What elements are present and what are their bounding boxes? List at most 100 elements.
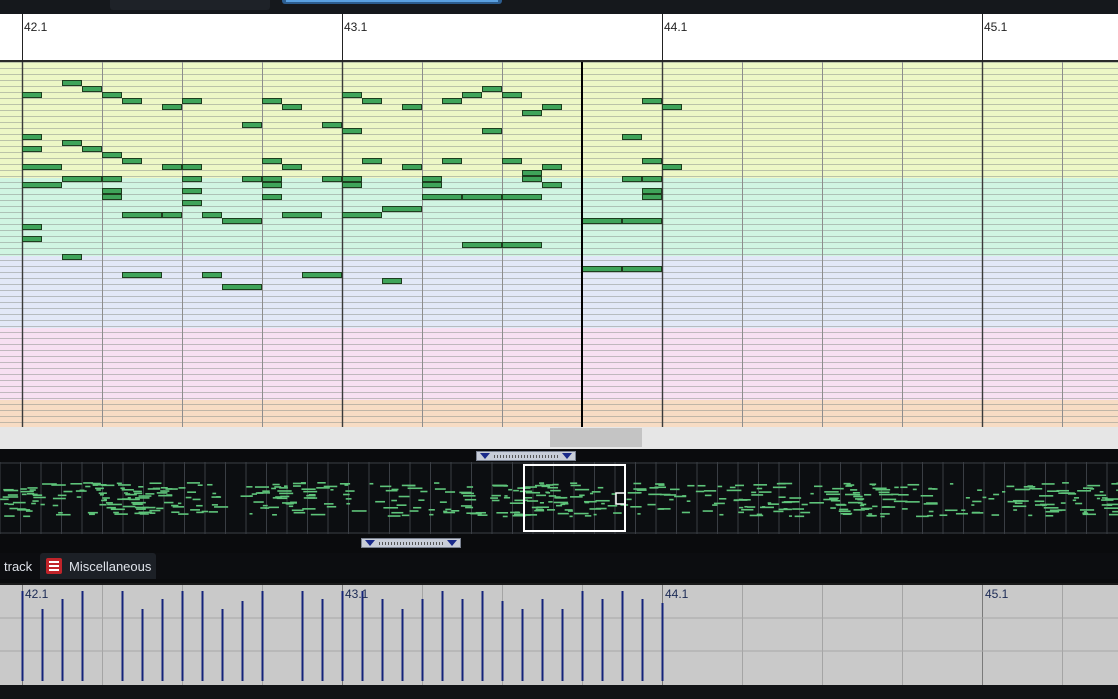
note <box>642 98 662 104</box>
overview-note <box>702 510 713 512</box>
overview-note <box>843 482 851 485</box>
overview-note <box>478 512 482 514</box>
overview-note <box>9 507 18 510</box>
note <box>502 158 522 164</box>
overview-note <box>262 504 268 507</box>
timeline-ruler[interactable]: 42.1 43.1 44.1 45.1 <box>0 14 1118 62</box>
overview-note <box>40 503 45 506</box>
overview-note <box>982 496 987 499</box>
track-overview[interactable] <box>0 462 1118 534</box>
note <box>342 212 382 218</box>
note <box>302 272 342 278</box>
overview-note <box>477 514 488 516</box>
velocity-ruler-label-42-1: 42.1 <box>25 587 49 601</box>
overview-note <box>647 503 656 506</box>
overview-note <box>87 511 98 514</box>
note <box>662 164 682 170</box>
overview-note <box>836 504 847 506</box>
overview-note <box>345 498 352 500</box>
zoom-grip[interactable] <box>494 454 558 458</box>
overview-note <box>120 487 125 489</box>
overview-note <box>291 509 304 512</box>
overview-note <box>878 491 890 494</box>
note <box>162 212 182 218</box>
piano-roll-grid[interactable] <box>0 62 1118 427</box>
overview-note <box>63 490 73 493</box>
overview-note <box>669 498 674 501</box>
overview-note <box>83 482 94 484</box>
overview-note <box>916 515 929 518</box>
overview-note <box>0 498 9 501</box>
overview-note <box>31 502 36 505</box>
overview-note <box>330 488 334 491</box>
overview-note <box>648 493 662 496</box>
overview-note <box>1104 507 1118 509</box>
overview-note <box>778 508 792 511</box>
track-tab-label[interactable]: track <box>4 559 32 574</box>
overview-note <box>2 496 10 498</box>
zoom-out-arrow-icon[interactable] <box>365 540 375 546</box>
zoom-in-arrow-icon[interactable] <box>447 540 457 546</box>
overview-note <box>509 502 525 504</box>
note <box>102 194 122 200</box>
overview-note <box>492 484 507 487</box>
overview-note <box>249 495 253 497</box>
horizontal-scrollbar[interactable] <box>0 427 1118 449</box>
horizontal-zoom-control[interactable] <box>476 451 576 461</box>
overview-note <box>1013 509 1018 511</box>
overview-note <box>718 497 727 500</box>
overview-note <box>810 492 814 495</box>
overview-note <box>149 482 162 485</box>
note <box>162 164 182 170</box>
overview-note <box>3 489 19 492</box>
overview-note <box>1015 500 1029 502</box>
overview-note <box>326 505 337 508</box>
overview-note <box>4 503 9 505</box>
zoom-in-arrow-icon[interactable] <box>562 453 572 459</box>
overview-note <box>288 505 294 508</box>
note <box>22 164 62 170</box>
overview-note <box>584 501 590 504</box>
overview-note <box>1087 484 1101 487</box>
overview-note <box>686 500 691 502</box>
overview-note <box>726 489 742 492</box>
overview-note <box>949 483 954 485</box>
overview-note <box>823 498 838 501</box>
tab-miscellaneous[interactable]: Miscellaneous <box>40 553 156 579</box>
overview-note <box>409 510 419 512</box>
overview-note <box>772 486 787 489</box>
overview-note <box>102 497 110 499</box>
overview-note <box>972 500 982 503</box>
overview-note <box>1083 511 1087 513</box>
note <box>662 104 682 110</box>
overview-note <box>663 494 677 496</box>
overview-note <box>23 515 31 518</box>
overview-note <box>778 496 786 498</box>
overview-note <box>788 515 793 517</box>
overview-note <box>207 483 213 486</box>
velocity-lane[interactable]: 42.1 43.1 44.1 45.1 <box>0 583 1118 687</box>
note <box>282 212 322 218</box>
overview-note <box>418 499 425 501</box>
note <box>22 224 42 230</box>
overview-note <box>138 511 152 514</box>
overview-note <box>149 509 161 512</box>
zoom-grip[interactable] <box>379 541 443 545</box>
zoom-out-arrow-icon[interactable] <box>480 453 490 459</box>
overview-note <box>51 484 66 486</box>
note <box>342 92 362 98</box>
velocity-graph[interactable] <box>0 585 1118 685</box>
overview-note <box>932 488 938 490</box>
overview-note <box>548 501 553 503</box>
vertical-zoom-control[interactable] <box>361 538 461 548</box>
overview-note <box>657 508 665 510</box>
overview-note <box>407 487 423 490</box>
overview-note <box>519 490 533 493</box>
scrollbar-thumb[interactable] <box>550 428 642 447</box>
overview-note <box>156 507 164 510</box>
overview-note <box>451 509 460 512</box>
top-tab[interactable] <box>110 0 270 10</box>
overview-note <box>539 501 545 504</box>
overview-note <box>391 511 404 514</box>
overview-note <box>881 506 896 508</box>
